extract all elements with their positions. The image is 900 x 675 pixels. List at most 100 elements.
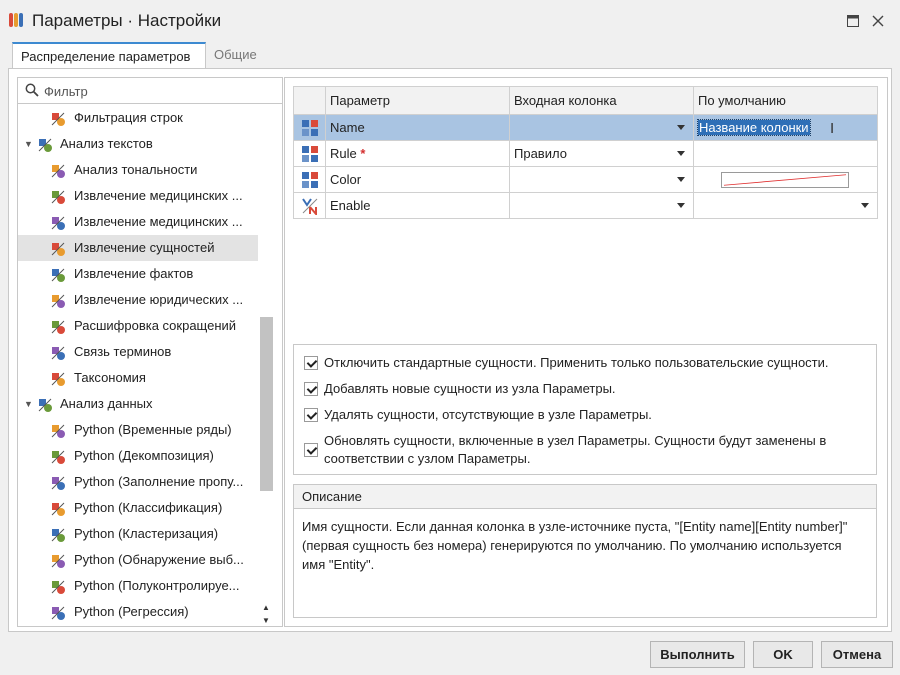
close-icon[interactable]: [867, 10, 889, 32]
description-text: Имя сущности. Если данная колонка в узле…: [302, 519, 848, 572]
tree-node[interactable]: Фильтрация строк: [18, 105, 258, 131]
tree-node[interactable]: Извлечение сущностей: [18, 235, 258, 261]
grid-header-input-column[interactable]: Входная колонка: [509, 86, 694, 115]
node-tree: Фильтрация строк ▼ Анализ текстов Анализ то…: [18, 105, 258, 625]
tree-node-label: Python (Декомпозиция): [74, 448, 214, 463]
filter-box: [18, 78, 282, 104]
tree-node[interactable]: Извлечение медицинских ...: [18, 183, 258, 209]
chevron-down-icon[interactable]: [677, 125, 685, 130]
tree-node[interactable]: Python (Регрессия): [18, 599, 258, 625]
scroll-up-icon[interactable]: ▲: [261, 603, 271, 613]
checkbox[interactable]: [304, 356, 318, 370]
maximize-icon[interactable]: [842, 10, 864, 32]
tree-node-label: Связь терминов: [74, 344, 172, 359]
default-value-select[interactable]: [693, 192, 878, 219]
grid-row-name[interactable]: Name Название колонки I: [293, 114, 878, 141]
checkbox[interactable]: [304, 443, 318, 457]
tree-node-label: Извлечение юридических ...: [74, 292, 244, 307]
tree-node-label: Python (Полуконтролируе...: [74, 578, 240, 593]
cancel-button[interactable]: Отмена: [821, 641, 893, 668]
description-title: Описание: [294, 485, 876, 509]
tree-node-label: Анализ тональности: [74, 162, 198, 177]
param-name-cell: Enable: [325, 192, 510, 219]
python-icon: [51, 450, 65, 464]
grid-header-icon: [293, 86, 326, 115]
param-name-cell: Color: [325, 166, 510, 193]
tree-node[interactable]: Извлечение фактов: [18, 261, 258, 287]
input-column-select[interactable]: [509, 166, 694, 193]
tree-node[interactable]: ▼ Анализ текстов: [18, 131, 258, 157]
tab-parameter-mapping[interactable]: Распределение параметров: [12, 42, 206, 69]
text-cursor-icon: I: [830, 120, 835, 137]
checkbox[interactable]: [304, 408, 318, 422]
grid-row-color[interactable]: Color: [293, 166, 878, 193]
tree-node[interactable]: Python (Классификация): [18, 495, 258, 521]
python-icon: [51, 528, 65, 542]
grid-header-parameter[interactable]: Параметр: [325, 86, 510, 115]
python-icon: [51, 554, 65, 568]
tree-node[interactable]: Извлечение юридических ...: [18, 287, 258, 313]
node-tree-pane: Фильтрация строк ▼ Анализ текстов Анализ то…: [17, 77, 283, 627]
expand-toggle-icon[interactable]: ▼: [24, 131, 33, 157]
run-button[interactable]: Выполнить: [650, 641, 745, 668]
tree-node-label: Фильтрация строк: [74, 110, 183, 125]
tree-node[interactable]: Python (Кластеризация): [18, 521, 258, 547]
grid-row-enable[interactable]: Enable: [293, 192, 878, 219]
variable-icon: [301, 145, 318, 162]
tree-scrollbar[interactable]: ▲ ▼: [259, 105, 273, 626]
filter-input[interactable]: [42, 81, 272, 101]
options-group: Отключить стандартные сущности. Применит…: [293, 344, 877, 475]
chevron-down-icon[interactable]: [861, 203, 869, 208]
expand-toggle-icon[interactable]: ▼: [24, 391, 33, 417]
chevron-down-icon[interactable]: [677, 203, 685, 208]
tab-general[interactable]: Общие: [206, 42, 265, 69]
taxonomy-icon: [51, 372, 65, 386]
tree-node-label: Извлечение медицинских ...: [74, 188, 243, 203]
description-panel: Описание Имя сущности. Если данная колон…: [293, 484, 877, 618]
color-picker-swatch[interactable]: [721, 172, 849, 188]
default-color-cell[interactable]: [693, 166, 878, 193]
search-icon: [25, 83, 39, 97]
tree-node[interactable]: Связь терминов: [18, 339, 258, 365]
tree-node[interactable]: Python (Полуконтролируе...: [18, 573, 258, 599]
tree-node[interactable]: Python (Декомпозиция): [18, 443, 258, 469]
tree-node[interactable]: Расшифровка сокращений: [18, 313, 258, 339]
tree-node[interactable]: Извлечение медицинских ...: [18, 209, 258, 235]
input-column-select[interactable]: Правило: [509, 140, 694, 167]
tree-node-label: Python (Обнаружение выб...: [74, 552, 244, 567]
grid-row-rule[interactable]: Rule * Правило: [293, 140, 878, 167]
tree-node[interactable]: Python (Временные ряды): [18, 417, 258, 443]
python-icon: [51, 580, 65, 594]
scrollbar-thumb[interactable]: [260, 317, 273, 491]
tree-node[interactable]: Python (Обнаружение выб...: [18, 547, 258, 573]
ok-button[interactable]: OK: [753, 641, 813, 668]
tree-node[interactable]: ▼ Анализ данных: [18, 391, 258, 417]
default-value-cell[interactable]: [693, 140, 878, 167]
default-value-editor[interactable]: Название колонки I: [693, 114, 878, 141]
parameters-pane: Параметр Входная колонка По умолчанию Na…: [284, 77, 888, 627]
tree-node-label: Python (Регрессия): [74, 604, 189, 619]
tree-node-label: Расшифровка сокращений: [74, 318, 237, 333]
tree-node[interactable]: Python (Заполнение пропу...: [18, 469, 258, 495]
python-icon: [51, 606, 65, 620]
title-bar: Параметры · Настройки: [0, 0, 900, 42]
chevron-down-icon[interactable]: [677, 177, 685, 182]
scroll-down-icon[interactable]: ▼: [261, 616, 271, 626]
python-icon: [51, 476, 65, 490]
variable-icon: [301, 171, 318, 188]
grid-header-default[interactable]: По умолчанию: [693, 86, 878, 115]
checkbox[interactable]: [304, 382, 318, 396]
param-name-cell: Name: [325, 114, 510, 141]
tree-node-label: Извлечение фактов: [74, 266, 194, 281]
input-column-select[interactable]: [509, 114, 694, 141]
default-value-input[interactable]: Название колонки: [697, 119, 811, 136]
variable-icon: [301, 119, 318, 136]
app-logo-icon: [9, 13, 23, 27]
chevron-down-icon[interactable]: [677, 151, 685, 156]
boolean-icon: [301, 197, 317, 215]
term-link-icon: [51, 346, 65, 360]
tree-node[interactable]: Анализ тональности: [18, 157, 258, 183]
input-column-select[interactable]: [509, 192, 694, 219]
tree-node[interactable]: Таксономия: [18, 365, 258, 391]
tree-node-label: Python (Кластеризация): [74, 526, 219, 541]
